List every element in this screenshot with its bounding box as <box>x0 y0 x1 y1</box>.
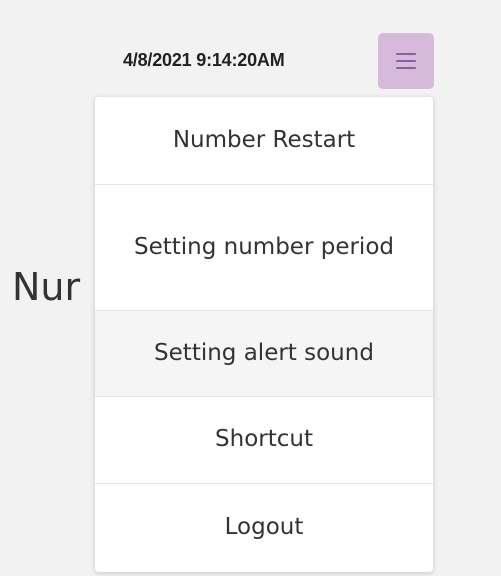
menu-item-setting-number-period[interactable]: Setting number period <box>95 185 433 311</box>
menu-item-number-restart[interactable]: Number Restart <box>95 97 433 185</box>
menu-item-setting-alert-sound[interactable]: Setting alert sound <box>95 311 433 397</box>
hamburger-menu-icon <box>396 67 416 69</box>
menu-item-logout[interactable]: Logout <box>95 484 433 572</box>
page-heading-partial: Nur <box>12 265 81 309</box>
menu-button[interactable] <box>378 33 434 89</box>
hamburger-menu-icon <box>396 60 416 62</box>
hamburger-menu-icon <box>396 53 416 55</box>
dropdown-menu: Number Restart Setting number period Set… <box>95 97 433 572</box>
menu-item-shortcut[interactable]: Shortcut <box>95 397 433 484</box>
datetime-display: 4/8/2021 9:14:20AM <box>123 50 285 70</box>
